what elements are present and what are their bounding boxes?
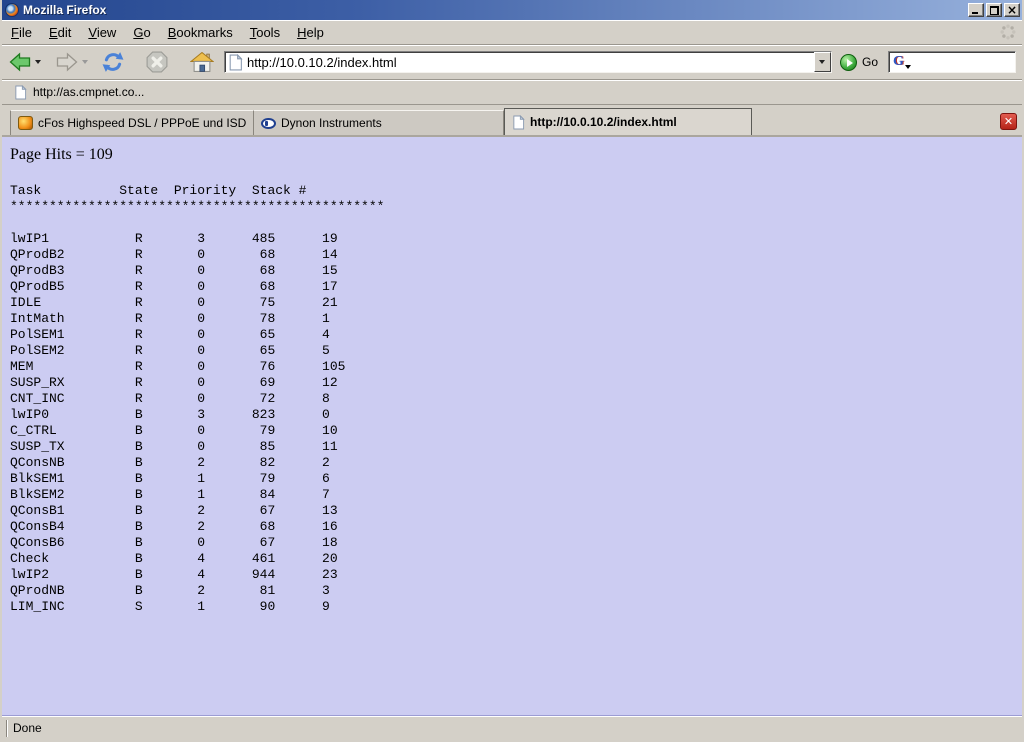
reload-icon [102,51,124,73]
cfos-icon [18,116,33,130]
firefox-icon [5,3,19,17]
table-row: QProdNB B 2 81 3 [10,583,1022,599]
go-icon [840,54,857,71]
menu-bookmarks[interactable]: Bookmarks [161,23,240,42]
table-row: QConsB1 B 2 67 13 [10,503,1022,519]
menu-edit[interactable]: Edit [42,23,78,42]
table-row: MEM R 0 76 105 [10,359,1022,375]
home-button[interactable] [190,52,214,73]
table-row: CNT_INC R 0 72 8 [10,391,1022,407]
table-row: PolSEM1 R 0 65 4 [10,327,1022,343]
close-icon: × [1005,3,1019,17]
table-row: QConsB6 B 0 67 18 [10,535,1022,551]
menu-file[interactable]: File [4,23,39,42]
throbber-icon [1000,24,1016,40]
tab-label: cFos Highspeed DSL / PPPoE und ISDN CAP.… [38,116,246,130]
page-content: Page Hits = 109 Task State Priority Stac… [2,137,1022,715]
forward-dropdown-icon[interactable] [82,60,88,64]
page-hits: Page Hits = 109 [10,146,1022,164]
table-row: LIM_INC S 1 90 9 [10,599,1022,615]
status-text: Done [13,721,42,735]
document-icon [228,54,243,71]
tab-index-html[interactable]: http://10.0.10.2/index.html [504,108,752,135]
home-icon [190,52,214,73]
menu-view[interactable]: View [81,23,123,42]
table-row: IDLE R 0 75 21 [10,295,1022,311]
table-row: QConsNB B 2 82 2 [10,455,1022,471]
tab-label: http://10.0.10.2/index.html [530,115,677,129]
table-row: Check B 4 461 20 [10,551,1022,567]
table-row: lwIP1 R 3 485 19 [10,231,1022,247]
dynon-icon [261,118,276,129]
table-row: QProdB2 R 0 68 14 [10,247,1022,263]
table-row: SUSP_TX B 0 85 11 [10,439,1022,455]
go-button[interactable]: Go [840,54,878,71]
table-row: SUSP_RX R 0 69 12 [10,375,1022,391]
url-dropdown-button[interactable] [814,52,831,72]
menubar: File Edit View Go Bookmarks Tools Help [2,20,1022,45]
reload-button[interactable] [102,51,124,73]
restore-button[interactable] [986,3,1002,17]
status-bar: Done [2,715,1022,740]
menu-go[interactable]: Go [126,23,157,42]
navigation-toolbar: Go G [2,45,1022,80]
bookmark-item[interactable]: http://as.cmpnet.co... [10,83,148,102]
table-row: BlkSEM1 B 1 79 6 [10,471,1022,487]
back-button[interactable] [8,52,41,72]
tab-dynon[interactable]: Dynon Instruments [254,110,504,135]
google-icon[interactable]: G [893,55,911,69]
search-dropdown-icon [905,65,911,69]
tab-cfos[interactable]: cFos Highspeed DSL / PPPoE und ISDN CAP.… [10,110,254,135]
url-input[interactable] [243,53,814,71]
back-dropdown-icon[interactable] [35,60,41,64]
status-divider [6,720,8,737]
table-row: BlkSEM2 B 1 84 7 [10,487,1022,503]
forward-icon [55,52,79,72]
table-row: QProdB5 R 0 68 17 [10,279,1022,295]
titlebar: Mozilla Firefox × [2,0,1022,20]
table-row: QConsB4 B 2 68 16 [10,519,1022,535]
window-controls: × [968,3,1020,17]
table-header-row: Task State Priority Stack # [10,183,1022,199]
go-label: Go [862,55,878,69]
stop-icon [146,51,168,73]
minimize-icon [972,12,978,14]
chevron-down-icon [819,60,825,64]
forward-button[interactable] [55,52,88,72]
table-row: lwIP2 B 4 944 23 [10,567,1022,583]
search-bar: G [888,51,1016,73]
bookmarks-toolbar: http://as.cmpnet.co... [2,80,1022,105]
table-separator: ****************************************… [10,199,1022,215]
document-icon [512,115,525,130]
stop-button[interactable] [146,51,168,73]
address-bar [224,51,832,73]
menu-tools[interactable]: Tools [243,23,287,42]
table-row: C_CTRL B 0 79 10 [10,423,1022,439]
task-table: Task State Priority Stack #*************… [10,183,1022,615]
search-input[interactable] [911,54,1024,70]
table-row: PolSEM2 R 0 65 5 [10,343,1022,359]
close-tab-button[interactable]: ✕ [1000,113,1017,130]
minimize-button[interactable] [968,3,984,17]
table-row: lwIP0 B 3 823 0 [10,407,1022,423]
restore-icon [990,6,999,15]
back-icon [8,52,32,72]
table-row: IntMath R 0 78 1 [10,311,1022,327]
browser-window: Mozilla Firefox × File Edit View Go Book… [0,0,1024,742]
document-icon [14,85,27,100]
tab-label: Dynon Instruments [281,116,382,130]
close-button[interactable]: × [1004,3,1020,17]
menu-help[interactable]: Help [290,23,331,42]
window-title: Mozilla Firefox [23,3,968,17]
google-g-glyph: G [893,54,904,69]
tab-strip: cFos Highspeed DSL / PPPoE und ISDN CAP.… [2,105,1022,137]
bookmark-label: http://as.cmpnet.co... [33,85,144,99]
table-spacer [10,215,1022,231]
table-row: QProdB3 R 0 68 15 [10,263,1022,279]
